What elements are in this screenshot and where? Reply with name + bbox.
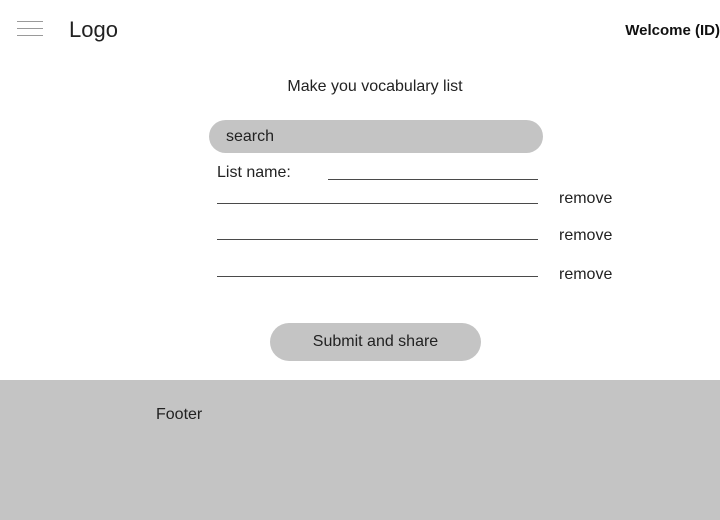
word-field-2[interactable] — [217, 239, 538, 240]
remove-button-3[interactable]: remove — [559, 266, 612, 284]
word-field-1[interactable] — [217, 203, 538, 204]
submit-and-share-button[interactable]: Submit and share — [270, 323, 481, 361]
page-title: Make you vocabulary list — [287, 78, 463, 95]
page: Logo Welcome (ID) Make you vocabulary li… — [0, 0, 720, 520]
remove-button-2[interactable]: remove — [559, 227, 612, 245]
menu-bar — [17, 21, 43, 22]
footer: Footer — [0, 380, 720, 520]
search-input[interactable]: search — [209, 120, 543, 153]
hamburger-menu-icon[interactable] — [17, 19, 43, 39]
list-name-field[interactable] — [328, 179, 538, 180]
welcome-user-text: Welcome (ID) — [625, 22, 720, 39]
remove-button-1[interactable]: remove — [559, 190, 612, 208]
menu-bar — [17, 35, 43, 36]
word-field-3[interactable] — [217, 276, 538, 277]
list-name-label: List name: — [217, 164, 291, 181]
menu-bar — [17, 28, 43, 29]
footer-label: Footer — [156, 406, 203, 423]
logo[interactable]: Logo — [69, 17, 118, 43]
